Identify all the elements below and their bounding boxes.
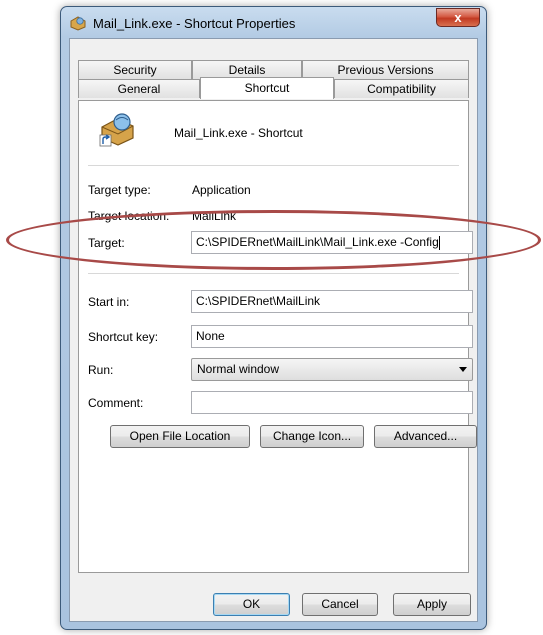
button-label: Apply — [416, 597, 448, 611]
divider — [88, 165, 459, 166]
tab-label: Shortcut — [244, 81, 290, 95]
shortcut-key-input[interactable]: None — [191, 325, 473, 348]
tab-label: General — [117, 82, 161, 96]
tab-security[interactable]: Security — [78, 60, 192, 79]
tab-label: Details — [228, 63, 266, 77]
button-label: Change Icon... — [272, 429, 352, 443]
properties-window: Mail_Link.exe - Shortcut Properties x Se… — [60, 6, 487, 630]
start-in-input[interactable]: C:\SPIDERnet\MailLink — [191, 290, 473, 313]
change-icon-button[interactable]: Change Icon... — [260, 425, 364, 448]
window-title: Mail_Link.exe - Shortcut Properties — [93, 16, 296, 31]
target-label: Target: — [88, 236, 125, 250]
dialog-client-area: Security Details Previous Versions Gener… — [69, 38, 478, 622]
apply-button[interactable]: Apply — [393, 593, 471, 616]
application-icon — [99, 113, 134, 147]
open-file-location-button[interactable]: Open File Location — [110, 425, 250, 448]
tab-label: Compatibility — [367, 82, 436, 96]
target-type-value: Application — [192, 183, 251, 197]
start-in-input-text: C:\SPIDERnet\MailLink — [196, 294, 321, 308]
target-type-label: Target type: — [88, 183, 151, 197]
shortcut-key-input-text: None — [196, 329, 225, 343]
title-bar[interactable]: Mail_Link.exe - Shortcut Properties x — [61, 7, 486, 39]
advanced-button[interactable]: Advanced... — [374, 425, 477, 448]
target-location-value: MailLink — [192, 209, 237, 223]
run-select-value: Normal window — [197, 362, 280, 376]
tab-label: Previous Versions — [337, 63, 434, 77]
dropdown-arrow-icon — [459, 367, 467, 372]
shortcut-tab-panel: Mail_Link.exe - Shortcut Target type: Ap… — [78, 100, 477, 573]
tab-label: Security — [113, 63, 157, 77]
run-select[interactable]: Normal window — [191, 358, 473, 381]
target-input-text: C:\SPIDERnet\MailLink\Mail_Link.exe -Con… — [196, 235, 439, 249]
tab-compatibility[interactable]: Compatibility — [334, 79, 469, 98]
comment-label: Comment: — [88, 396, 144, 410]
comment-input[interactable] — [191, 391, 473, 414]
divider — [88, 273, 459, 274]
button-label: Open File Location — [129, 429, 231, 443]
shortcut-name: Mail_Link.exe - Shortcut — [174, 126, 303, 140]
ok-button[interactable]: OK — [213, 593, 290, 616]
button-label: OK — [242, 597, 261, 611]
close-icon: x — [454, 10, 462, 25]
shortcut-key-label: Shortcut key: — [88, 330, 159, 344]
run-label: Run: — [88, 363, 114, 377]
tab-general[interactable]: General — [78, 79, 200, 98]
tab-shortcut[interactable]: Shortcut — [200, 77, 334, 99]
close-button[interactable]: x — [436, 8, 480, 27]
button-label: Cancel — [321, 597, 359, 611]
button-label: Advanced... — [393, 429, 458, 443]
text-caret — [438, 235, 440, 250]
cancel-button[interactable]: Cancel — [302, 593, 378, 616]
target-input[interactable]: C:\SPIDERnet\MailLink\Mail_Link.exe -Con… — [191, 231, 473, 254]
start-in-label: Start in: — [88, 295, 130, 309]
target-location-label: Target location: — [88, 209, 170, 223]
shortcut-app-icon — [70, 16, 86, 31]
